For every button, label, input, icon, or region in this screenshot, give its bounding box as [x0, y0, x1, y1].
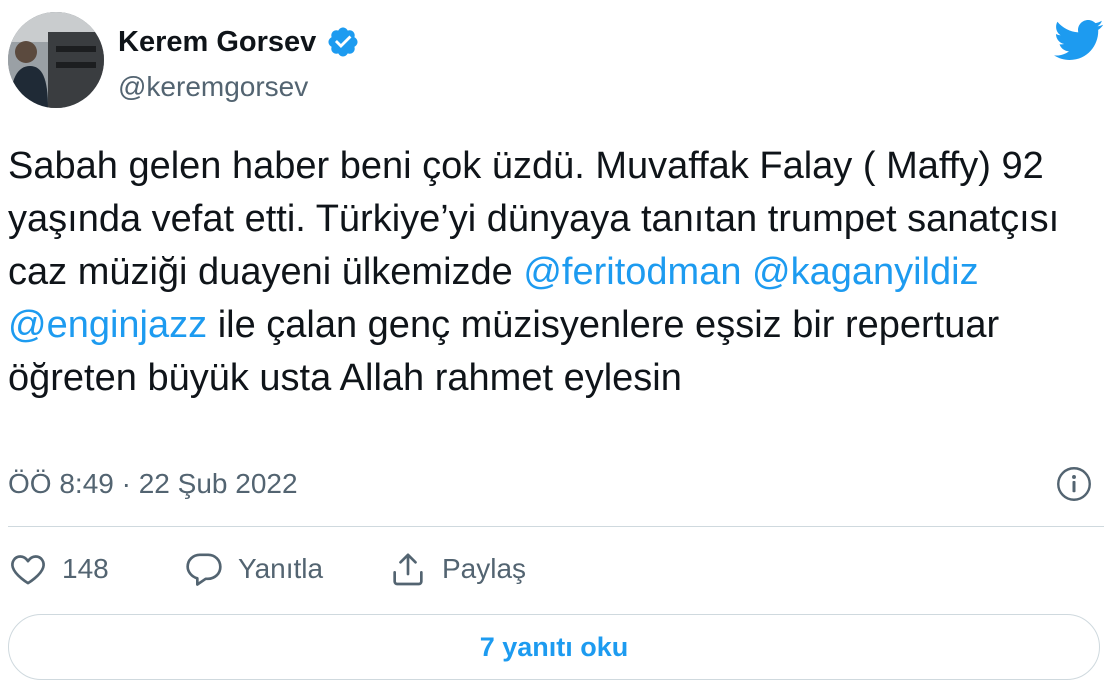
tweet-text-segment — [741, 251, 752, 293]
read-replies-label: 7 yanıtı oku — [479, 631, 629, 662]
avatar-photo — [8, 12, 104, 108]
share-icon — [393, 553, 423, 586]
divider — [8, 526, 1104, 527]
author-handle[interactable]: @keremgorsev — [118, 68, 308, 106]
share-button[interactable]: Paylaş — [388, 549, 526, 589]
verified-badge-icon — [328, 27, 358, 57]
tweet-date: 22 Şub 2022 — [138, 468, 298, 499]
avatar[interactable] — [8, 12, 104, 108]
author-display-name[interactable]: Kerem Gorsev — [118, 22, 316, 62]
speech-bubble-icon — [186, 553, 222, 586]
like-count: 148 — [62, 553, 109, 584]
info-icon[interactable] — [1056, 466, 1092, 502]
tweet-time: ÖÖ 8:49 — [8, 468, 114, 499]
heart-icon — [11, 555, 45, 585]
read-replies-button[interactable]: 7 yanıtı oku — [8, 614, 1100, 680]
tweet-text: Sabah gelen haber beni çok üzdü. Muvaffa… — [8, 140, 1104, 405]
tweet-timestamp[interactable]: ÖÖ 8:49 · 22 Şub 2022 — [8, 464, 298, 504]
author-name-row: Kerem Gorsev — [118, 22, 360, 62]
timestamp-separator: · — [121, 468, 131, 499]
mention-link-feritodman[interactable]: @feritodman — [523, 251, 741, 293]
twitter-bird-icon[interactable] — [1052, 18, 1104, 62]
reply-button[interactable]: Yanıtla — [184, 549, 323, 589]
share-label: Paylaş — [442, 553, 527, 584]
reply-label: Yanıtla — [238, 553, 324, 584]
mention-link-kaganyildiz[interactable]: @kaganyildiz — [752, 251, 979, 293]
mention-link-enginjazz[interactable]: @enginjazz — [8, 304, 207, 346]
like-button[interactable]: 148 — [8, 549, 109, 589]
